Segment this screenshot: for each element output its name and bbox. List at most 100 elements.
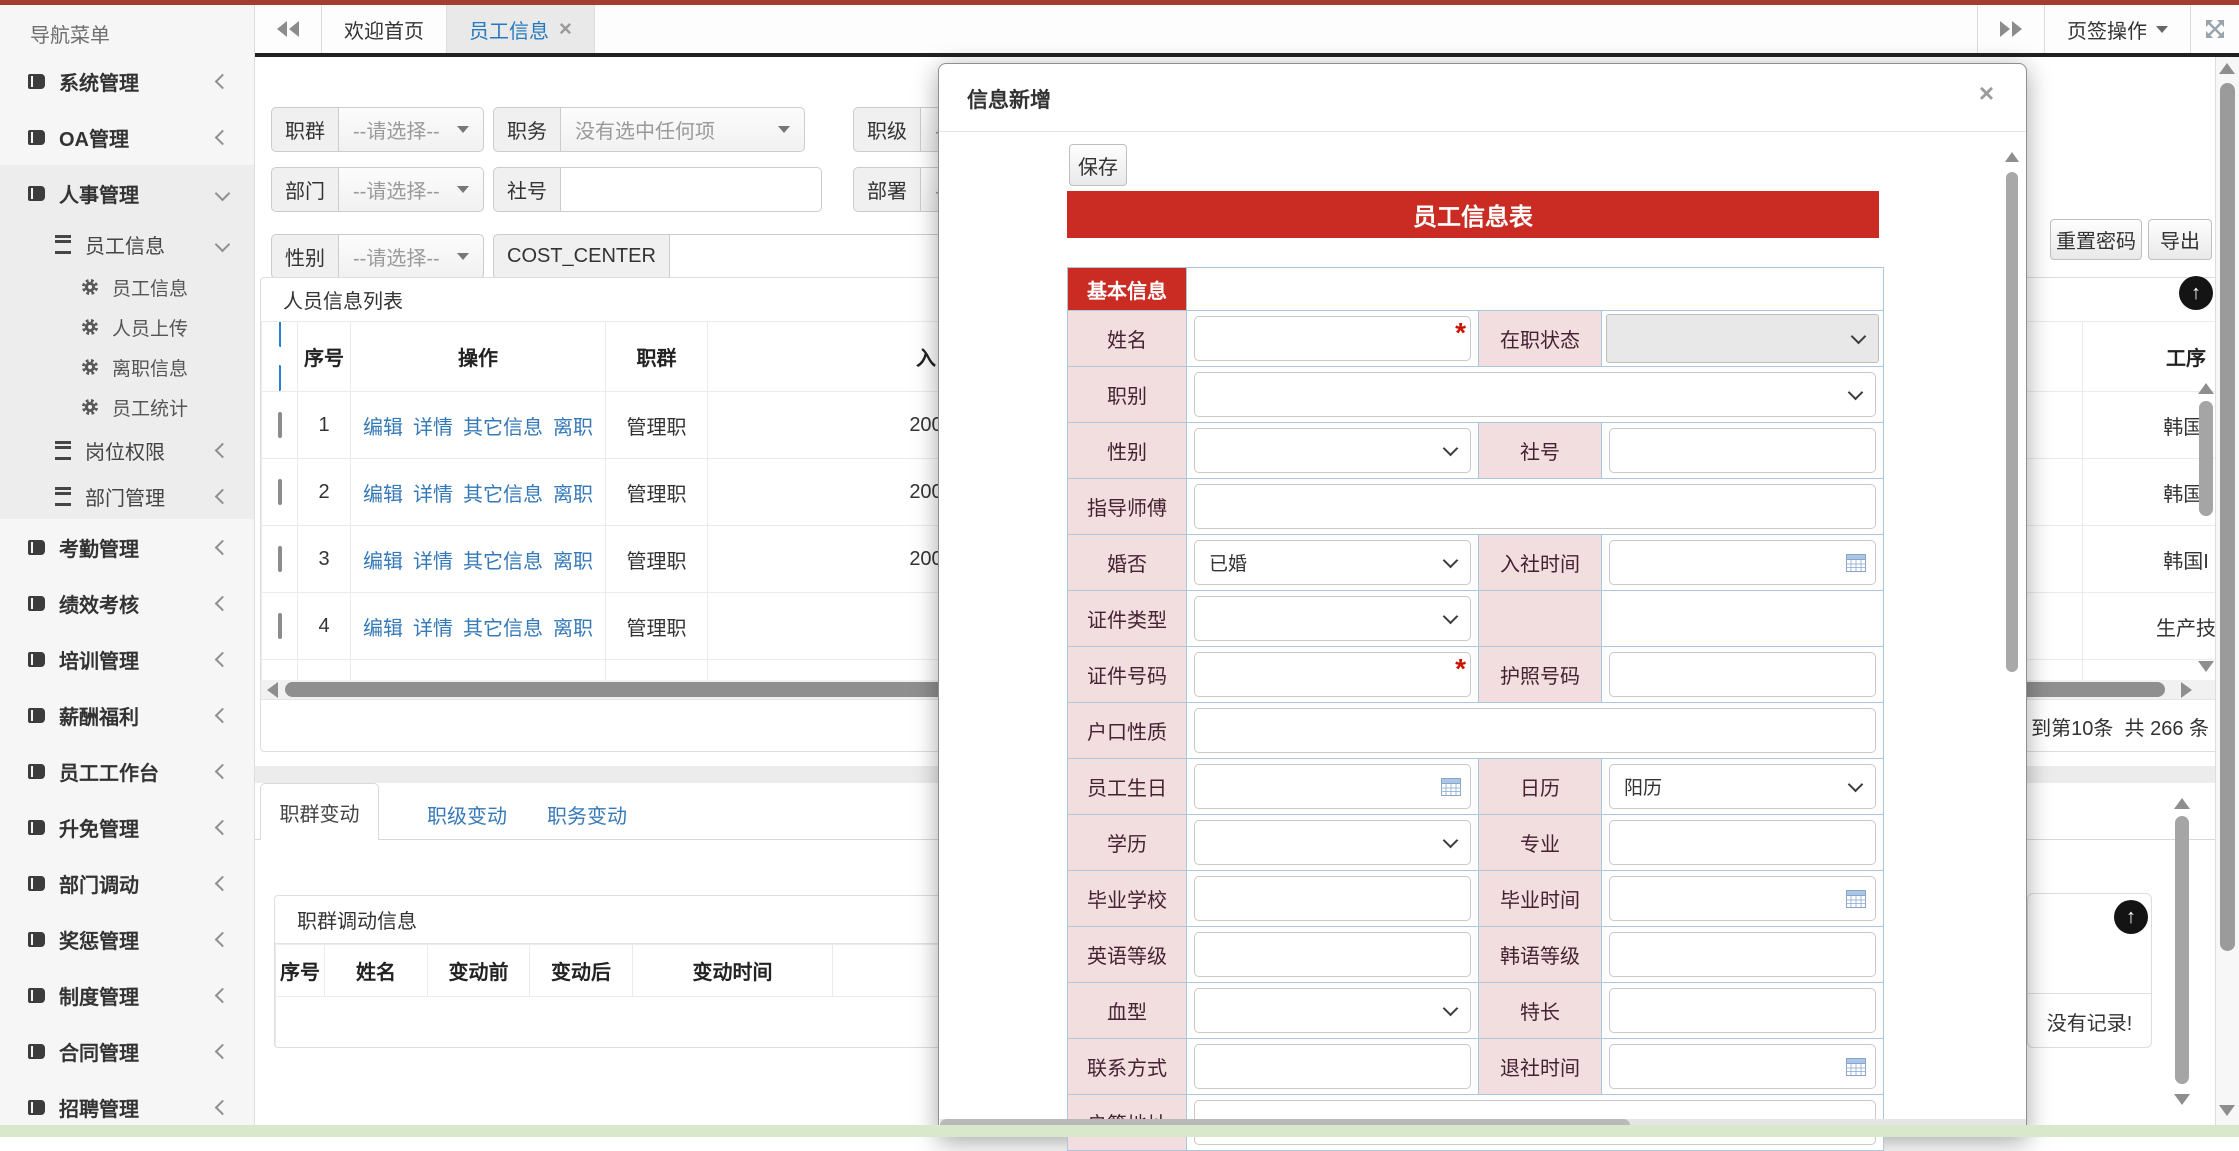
status-select[interactable]	[1606, 314, 1879, 363]
detail-link[interactable]: 详情	[413, 618, 453, 640]
edit-link[interactable]: 编辑	[363, 417, 403, 439]
married-select[interactable]: 已婚	[1194, 540, 1471, 585]
gender-select[interactable]	[1194, 428, 1471, 473]
birthday-input[interactable]	[1194, 764, 1471, 809]
sidebar-item-performance[interactable]: 绩效考核	[0, 575, 254, 631]
mentor-input[interactable]	[1194, 484, 1876, 529]
tab-close-icon[interactable]: ×	[559, 16, 572, 42]
scroll-to-top-button[interactable]	[2114, 900, 2148, 934]
sidebar-item-employee-stats[interactable]: 员工统计	[0, 387, 254, 427]
tab-group-change[interactable]: 职群变动	[260, 783, 379, 840]
sidebar-item-employee-info[interactable]: 员工信息	[0, 221, 254, 267]
id-no-input[interactable]	[1194, 652, 1471, 697]
sidebar-item-hr[interactable]: 人事管理	[0, 165, 254, 221]
fullscreen-toggle-button[interactable]	[2190, 5, 2239, 53]
sidebar-item-salary[interactable]: 薪酬福利	[0, 687, 254, 743]
sidebar-item-contract[interactable]: 合同管理	[0, 1023, 254, 1079]
sidebar-item-employee-info-sub[interactable]: 员工信息	[0, 267, 254, 307]
close-icon[interactable]: ×	[1979, 78, 1994, 109]
scroll-up-arrow-icon[interactable]	[2005, 152, 2019, 162]
rank-select[interactable]	[1194, 372, 1876, 417]
sidebar-item-post-permission[interactable]: 岗位权限	[0, 427, 254, 473]
edit-link[interactable]: 编辑	[363, 618, 403, 640]
id-type-select[interactable]	[1194, 596, 1471, 641]
row-checkbox[interactable]	[278, 546, 282, 572]
modal-scroll-thumb[interactable]	[2006, 172, 2018, 672]
company-id-input[interactable]	[561, 167, 822, 212]
detail-link[interactable]: 详情	[413, 417, 453, 439]
specialty-input[interactable]	[1609, 988, 1876, 1033]
scroll-to-top-button[interactable]	[2179, 276, 2213, 310]
detail-link[interactable]: 详情	[413, 551, 453, 573]
tab-actions-dropdown[interactable]: 页签操作	[2044, 5, 2190, 53]
sidebar-item-system[interactable]: 系统管理	[0, 53, 254, 109]
page-scroll-thumb[interactable]	[2220, 83, 2235, 951]
sidebar-item-oa[interactable]: OA管理	[0, 109, 254, 165]
vertical-scroll-thumb[interactable]	[2199, 401, 2213, 516]
sidebar-item-resign-info[interactable]: 离职信息	[0, 347, 254, 387]
scroll-up-arrow-icon[interactable]	[2174, 798, 2190, 809]
leave-time-input[interactable]	[1609, 1044, 1876, 1089]
sidebar-item-reward-punish[interactable]: 奖惩管理	[0, 911, 254, 967]
other-info-link[interactable]: 其它信息	[463, 484, 543, 506]
grad-time-input[interactable]	[1609, 876, 1876, 921]
scroll-down-arrow-icon[interactable]	[2174, 1094, 2190, 1105]
calendar-icon[interactable]	[1846, 1057, 1866, 1082]
resign-link[interactable]: 离职	[553, 417, 593, 439]
resign-link[interactable]: 离职	[553, 484, 593, 506]
resign-link[interactable]: 离职	[553, 618, 593, 640]
sidebar-item-regulation[interactable]: 制度管理	[0, 967, 254, 1023]
scroll-up-arrow-icon[interactable]	[2198, 383, 2214, 394]
sidebar-item-training[interactable]: 培训管理	[0, 631, 254, 687]
resign-link[interactable]: 离职	[553, 551, 593, 573]
detail-link[interactable]: 详情	[413, 484, 453, 506]
english-level-input[interactable]	[1194, 932, 1471, 977]
contact-input[interactable]	[1194, 1044, 1471, 1089]
save-button[interactable]: 保存	[1069, 144, 1127, 186]
sidebar-item-personnel-upload[interactable]: 人员上传	[0, 307, 254, 347]
scroll-right-arrow-icon[interactable]	[2181, 682, 2192, 698]
education-select[interactable]	[1194, 820, 1471, 865]
row-checkbox[interactable]	[278, 613, 282, 639]
edit-link[interactable]: 编辑	[363, 484, 403, 506]
name-input[interactable]	[1194, 316, 1471, 361]
sidebar-item-attendance[interactable]: 考勤管理	[0, 519, 254, 575]
sidebar-item-recruit[interactable]: 招聘管理	[0, 1079, 254, 1125]
sidebar-item-workbench[interactable]: 员工工作台	[0, 743, 254, 799]
job-group-select[interactable]: --请选择--	[339, 107, 484, 152]
row-checkbox[interactable]	[278, 479, 282, 505]
scroll-down-arrow-icon[interactable]	[2198, 661, 2214, 672]
reset-password-button[interactable]: 重置密码	[2050, 219, 2142, 260]
tab-welcome[interactable]: 欢迎首页	[322, 5, 447, 53]
calendar-icon[interactable]	[1846, 553, 1866, 578]
hukou-input[interactable]	[1194, 708, 1876, 753]
school-input[interactable]	[1194, 876, 1471, 921]
join-time-input[interactable]	[1609, 540, 1876, 585]
vertical-scroll-thumb[interactable]	[2175, 816, 2189, 1084]
calendar-icon[interactable]	[1846, 889, 1866, 914]
scroll-left-arrow-icon[interactable]	[267, 682, 278, 698]
other-info-link[interactable]: 其它信息	[463, 551, 543, 573]
other-info-link[interactable]: 其它信息	[463, 618, 543, 640]
sidebar-item-promotion[interactable]: 升免管理	[0, 799, 254, 855]
edit-link[interactable]: 编辑	[363, 551, 403, 573]
tab-level-change[interactable]: 职级变动	[427, 800, 507, 829]
tab-employee-info[interactable]: 员工信息 ×	[447, 5, 595, 53]
select-all-checkbox[interactable]	[263, 322, 296, 392]
sid-input[interactable]	[1609, 428, 1876, 473]
calendar-type-select[interactable]: 阳历	[1609, 764, 1876, 809]
blood-type-select[interactable]	[1194, 988, 1471, 1033]
scroll-down-arrow-icon[interactable]	[2219, 1105, 2235, 1116]
calendar-icon[interactable]	[1441, 777, 1461, 802]
job-title-select[interactable]: 没有选中任何项	[561, 107, 805, 152]
korean-level-input[interactable]	[1609, 932, 1876, 977]
export-button[interactable]: 导出	[2148, 219, 2212, 260]
sidebar-item-dept-manage[interactable]: 部门管理	[0, 473, 254, 519]
major-input[interactable]	[1609, 820, 1876, 865]
passport-input[interactable]	[1609, 652, 1876, 697]
tab-title-change[interactable]: 职务变动	[547, 800, 627, 829]
scroll-tabs-left-button[interactable]	[255, 5, 322, 53]
department-select[interactable]: --请选择--	[339, 167, 484, 212]
scroll-tabs-right-button[interactable]	[1977, 5, 2044, 53]
sidebar-item-dept-transfer[interactable]: 部门调动	[0, 855, 254, 911]
